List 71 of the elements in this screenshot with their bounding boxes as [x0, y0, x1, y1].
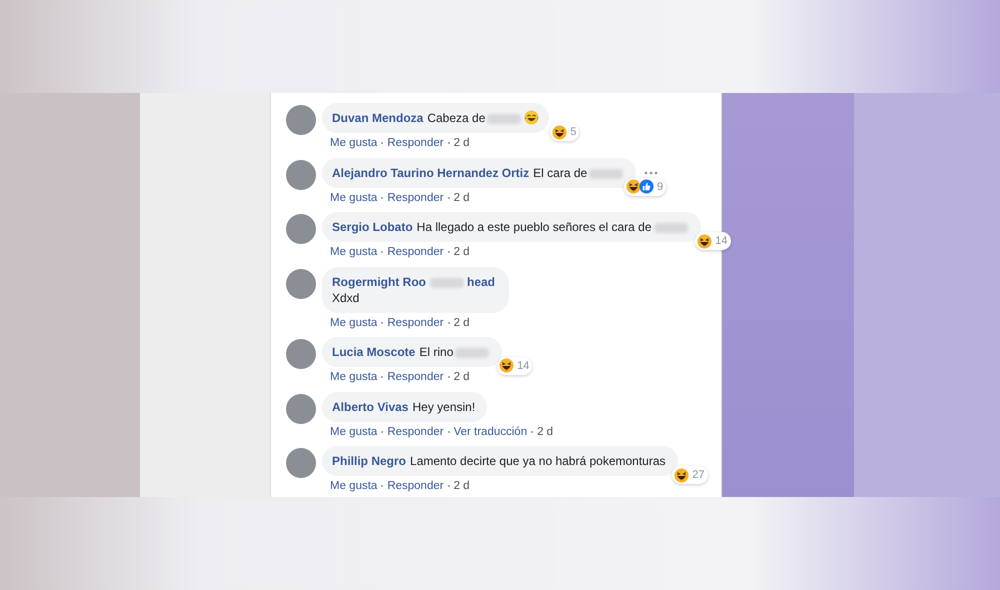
avatar-placeholder	[286, 448, 316, 478]
separator-dot-icon	[381, 251, 384, 254]
laughing-emoji-icon	[697, 234, 712, 249]
thumbs-up-icon	[639, 179, 654, 194]
laughing-emoji-icon	[499, 358, 514, 374]
separator-dot-icon	[448, 430, 450, 433]
author-link[interactable]: Duvan Mendoza	[332, 111, 424, 125]
action-link[interactable]: Responder	[387, 317, 444, 330]
laughing-emoji-icon	[626, 179, 642, 194]
comment-text: Lamento decirte que ya no habrá pokemonturas	[410, 454, 666, 468]
timestamp[interactable]: 2 d	[454, 246, 470, 258]
avatar-placeholder	[286, 105, 316, 135]
author-link[interactable]: Sergio Lobato	[332, 220, 413, 234]
timestamp[interactable]: 2 d	[454, 317, 470, 330]
separator-dot-icon	[381, 376, 384, 378]
comment-text: El rino	[419, 344, 454, 359]
comment-text: Ha llegado a este pueblo señores el cara de	[416, 220, 652, 234]
author-link[interactable]: Phillip Negro	[332, 454, 406, 468]
author-link[interactable]: Rogermight Roo	[332, 275, 426, 290]
separator-dot-icon	[448, 322, 450, 324]
avatar-placeholder	[286, 269, 316, 300]
action-link[interactable]: Me gusta	[330, 370, 378, 383]
author-link[interactable]: Alejandro Taurino Hernandez Ortiz	[332, 166, 530, 180]
action-link[interactable]: Me gusta	[330, 192, 378, 204]
action-link[interactable]: Responder	[387, 137, 444, 149]
blurred-text	[487, 114, 522, 124]
separator-dot-icon	[448, 142, 450, 144]
action-link[interactable]: Responder	[387, 480, 444, 492]
avatar-placeholder	[286, 214, 316, 244]
timestamp[interactable]: 2 d	[454, 192, 470, 204]
action-link[interactable]: Responder	[387, 192, 444, 204]
separator-dot-icon	[531, 430, 534, 433]
timestamp[interactable]: 2 d	[454, 370, 470, 383]
comment-text: El cara de	[533, 166, 588, 180]
timestamp[interactable]: 2 d	[454, 480, 470, 492]
action-link[interactable]: Me gusta	[330, 317, 378, 330]
author-link[interactable]: Alberto Vivas	[332, 400, 408, 414]
blurred-text	[430, 278, 464, 288]
separator-dot-icon	[448, 251, 450, 254]
action-link[interactable]: Ver traducción	[454, 426, 528, 438]
laughing-emoji-icon	[674, 468, 690, 483]
action-link[interactable]: Responder	[387, 370, 444, 383]
timestamp[interactable]: 2 d	[537, 426, 554, 438]
author-link[interactable]: Lucia Moscote	[332, 344, 416, 359]
laughing-emoji-icon	[524, 110, 540, 125]
comment-text: Hey yensin!	[412, 400, 476, 414]
action-link[interactable]: Responder	[387, 426, 444, 438]
separator-dot-icon	[381, 196, 384, 199]
action-link[interactable]: Me gusta	[330, 137, 378, 149]
action-link[interactable]: Me gusta	[330, 426, 378, 438]
separator-dot-icon	[381, 142, 384, 144]
separator-dot-icon	[448, 376, 450, 378]
separator-dot-icon	[381, 430, 384, 433]
separator-dot-icon	[381, 322, 384, 324]
avatar-placeholder	[286, 338, 316, 369]
action-link[interactable]: Me gusta	[330, 480, 378, 492]
avatar-placeholder	[286, 160, 316, 190]
comment-text: Cabeza de	[427, 111, 486, 125]
separator-dot-icon	[448, 196, 450, 199]
blurred-text	[654, 223, 688, 234]
action-link[interactable]: Responder	[387, 246, 444, 258]
separator-dot-icon	[448, 485, 450, 488]
blurred-text	[589, 168, 624, 179]
separator-dot-icon	[381, 485, 384, 488]
comment-text: Xdxd	[332, 291, 360, 306]
timestamp[interactable]: 2 d	[454, 137, 470, 149]
author-link[interactable]: head	[467, 275, 496, 290]
action-link[interactable]: Me gusta	[330, 246, 378, 258]
laughing-emoji-icon	[552, 124, 568, 140]
avatar-placeholder	[286, 394, 316, 424]
blurred-text	[455, 348, 490, 358]
